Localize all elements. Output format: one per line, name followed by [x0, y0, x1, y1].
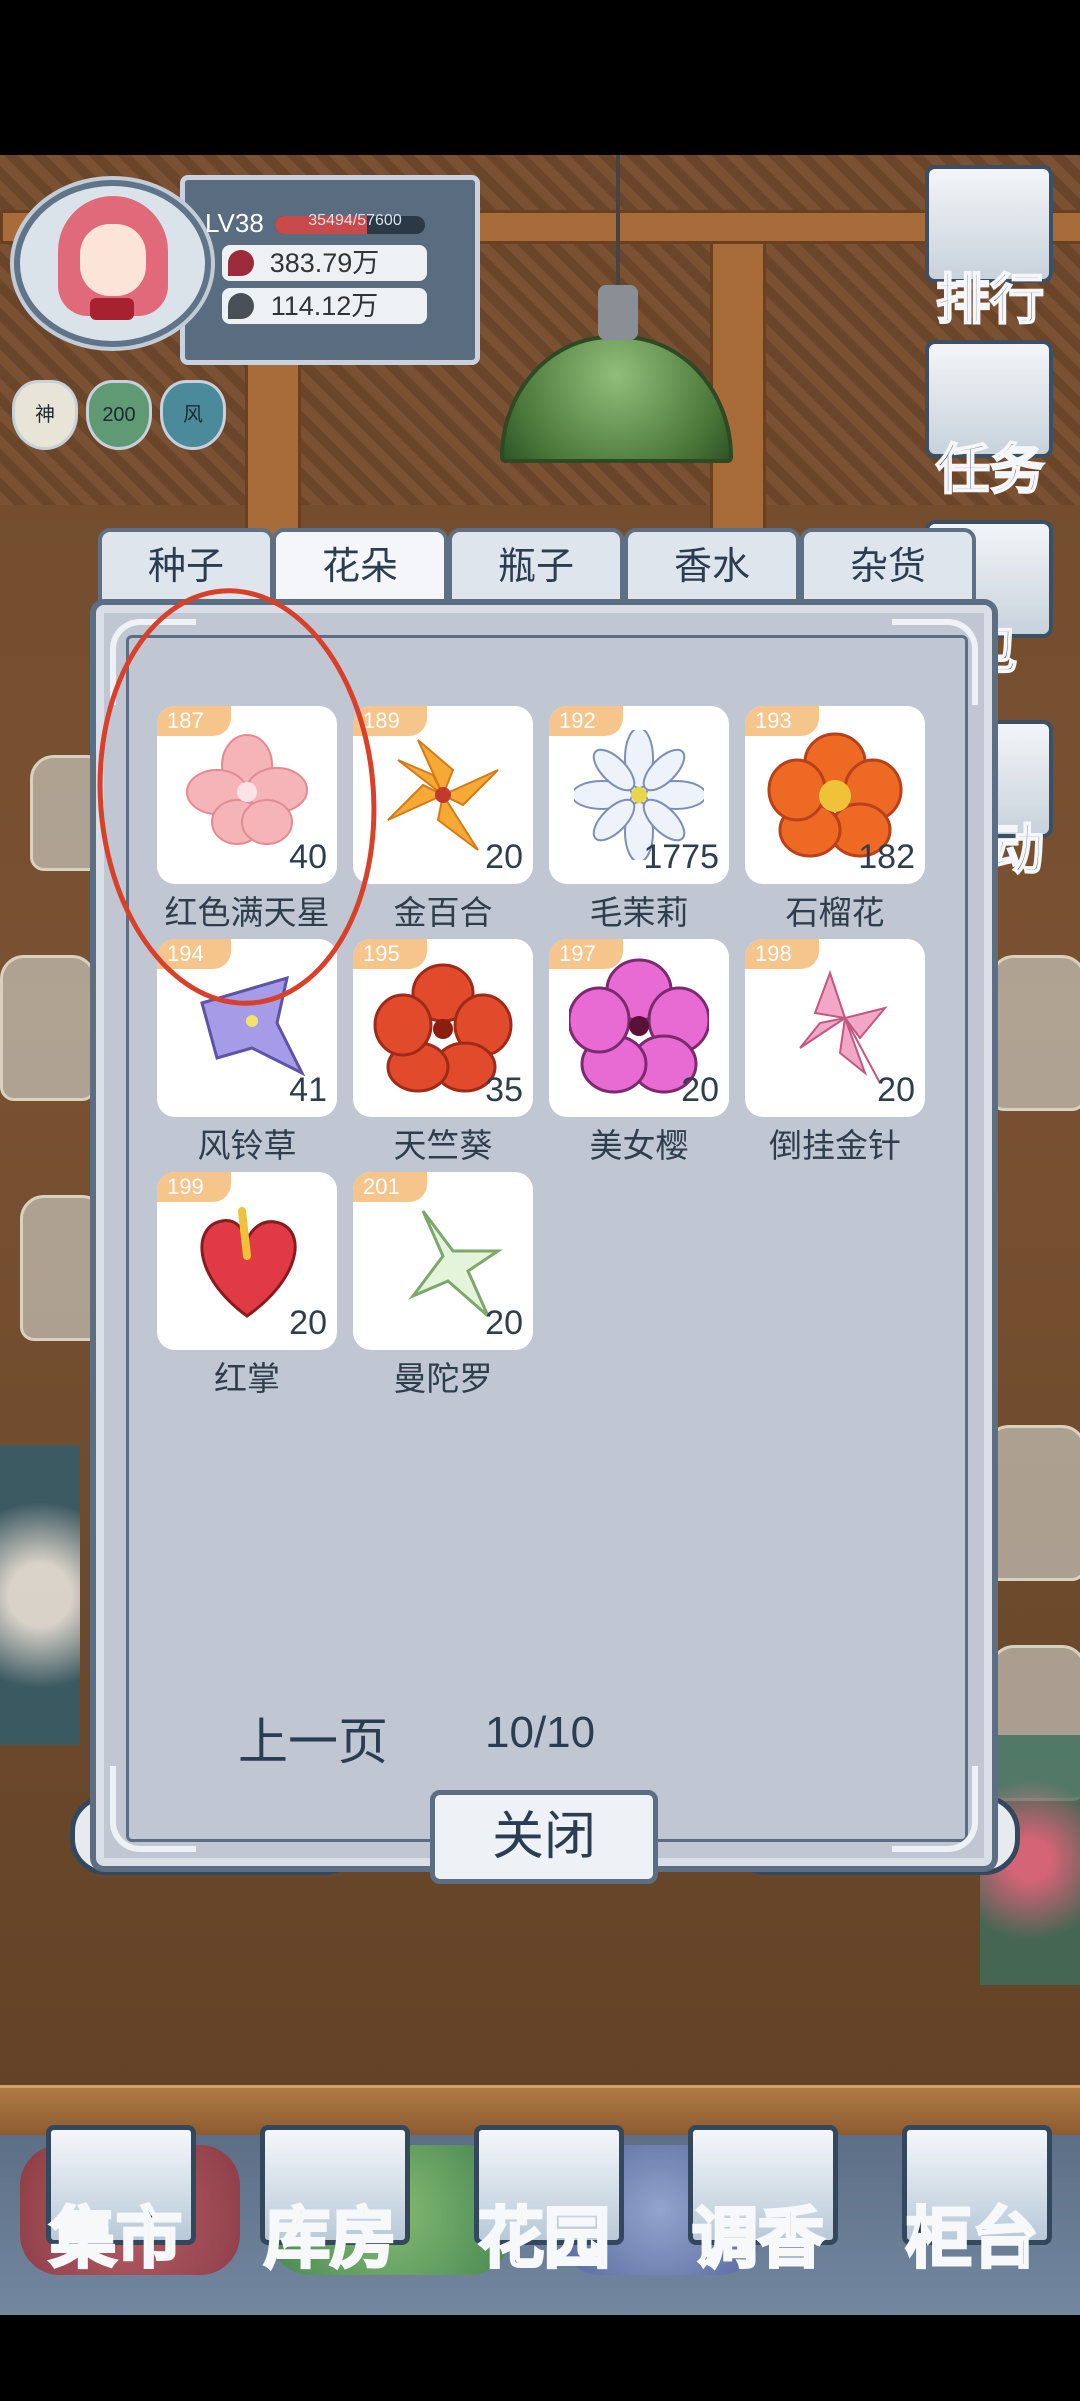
- item-quantity: 20: [485, 838, 523, 876]
- flower-item[interactable]: 195 35 天竺葵: [353, 939, 533, 1169]
- item-id: 197: [549, 939, 623, 969]
- item-quantity: 35: [485, 1071, 523, 1109]
- flower-item[interactable]: 197 20 美女樱: [549, 939, 729, 1169]
- avatar-bow: [90, 298, 134, 320]
- badge-wind[interactable]: 风: [160, 380, 226, 450]
- nav-market-label: 集市: [49, 2198, 184, 2279]
- nav-counter-label: 柜台: [905, 2198, 1040, 2279]
- panel-corner-ornament: [892, 1766, 978, 1852]
- close-button[interactable]: 关闭: [430, 1790, 658, 1884]
- item-quantity: 20: [877, 1071, 915, 1109]
- lamp-socket: [598, 285, 638, 340]
- nav-market[interactable]: 集市: [36, 2125, 196, 2315]
- ranking-label: 排行: [935, 266, 1045, 332]
- flower-item[interactable]: 199 20 红掌: [157, 1172, 337, 1402]
- wooden-beam: [710, 215, 766, 551]
- player-level: LV38: [205, 208, 264, 238]
- flower-item[interactable]: 193 182 石榴花: [745, 706, 925, 936]
- jar: [20, 1195, 106, 1341]
- nav-perfumery[interactable]: 调香: [678, 2125, 838, 2315]
- item-name: 天竺葵: [393, 1127, 493, 1164]
- nav-warehouse[interactable]: 库房: [250, 2125, 410, 2315]
- nav-perfumery-label: 调香: [691, 2198, 826, 2279]
- item-name: 倒挂金针: [769, 1127, 901, 1164]
- nav-counter[interactable]: 柜台: [892, 2125, 1052, 2315]
- item-name: 曼陀罗: [393, 1360, 493, 1397]
- prev-page-button[interactable]: 上一页: [238, 1702, 388, 1774]
- panel-corner-ornament: [892, 619, 978, 705]
- item-id: 193: [745, 706, 819, 736]
- item-name: 石榴花: [785, 894, 885, 931]
- tab-perfume[interactable]: 香水: [624, 528, 800, 606]
- flower-item[interactable]: 189 20 金百合: [353, 706, 533, 936]
- avatar-face: [80, 224, 146, 296]
- petal-currency-icon: [228, 250, 254, 276]
- item-id: 192: [549, 706, 623, 736]
- leaf-currency-icon: [228, 293, 254, 319]
- jar: [985, 1425, 1080, 1581]
- page-indicator: 10/10: [485, 1708, 596, 1757]
- tasks-label: 任务: [935, 436, 1045, 502]
- badge-200[interactable]: 200: [86, 380, 152, 450]
- item-name: 金百合: [393, 894, 493, 931]
- item-id: 201: [353, 1172, 427, 1202]
- item-quantity: 41: [289, 1071, 327, 1109]
- tab-bottles[interactable]: 瓶子: [448, 528, 624, 606]
- flower-item[interactable]: 192 1775 毛茉莉: [549, 706, 729, 936]
- item-name: 风铃草: [197, 1127, 297, 1164]
- player-avatar[interactable]: [14, 180, 211, 347]
- item-id: 199: [157, 1172, 231, 1202]
- jar: [0, 955, 96, 1101]
- nav-warehouse-label: 库房: [263, 2198, 398, 2279]
- ranking-button[interactable]: 排行: [915, 165, 1065, 332]
- exp-text: 35494/57600: [308, 212, 402, 229]
- flower-item[interactable]: 201 20 曼陀罗: [353, 1172, 533, 1402]
- lamp-cord: [616, 155, 620, 290]
- item-quantity: 182: [858, 838, 915, 876]
- flower-item[interactable]: 198 20 倒挂金针: [745, 939, 925, 1169]
- item-quantity: 20: [485, 1304, 523, 1342]
- item-quantity: 20: [289, 1304, 327, 1342]
- item-quantity: 20: [681, 1071, 719, 1109]
- item-id: 195: [353, 939, 427, 969]
- panel-corner-ornament: [110, 1766, 196, 1852]
- tab-misc[interactable]: 杂货: [800, 528, 976, 606]
- item-name: 美女樱: [589, 1127, 689, 1164]
- tab-flowers[interactable]: 花朵: [272, 528, 448, 606]
- nav-garden[interactable]: 花园: [464, 2125, 624, 2315]
- nav-garden-label: 花园: [477, 2198, 612, 2279]
- tasks-button[interactable]: 任务: [915, 340, 1065, 502]
- jar: [990, 955, 1080, 1111]
- item-name: 红掌: [214, 1360, 280, 1397]
- item-quantity: 1775: [643, 838, 719, 876]
- daffodils: [0, 1445, 80, 1745]
- item-id: 198: [745, 939, 819, 969]
- badge-god[interactable]: 神: [12, 380, 78, 450]
- item-name: 毛茉莉: [589, 894, 689, 931]
